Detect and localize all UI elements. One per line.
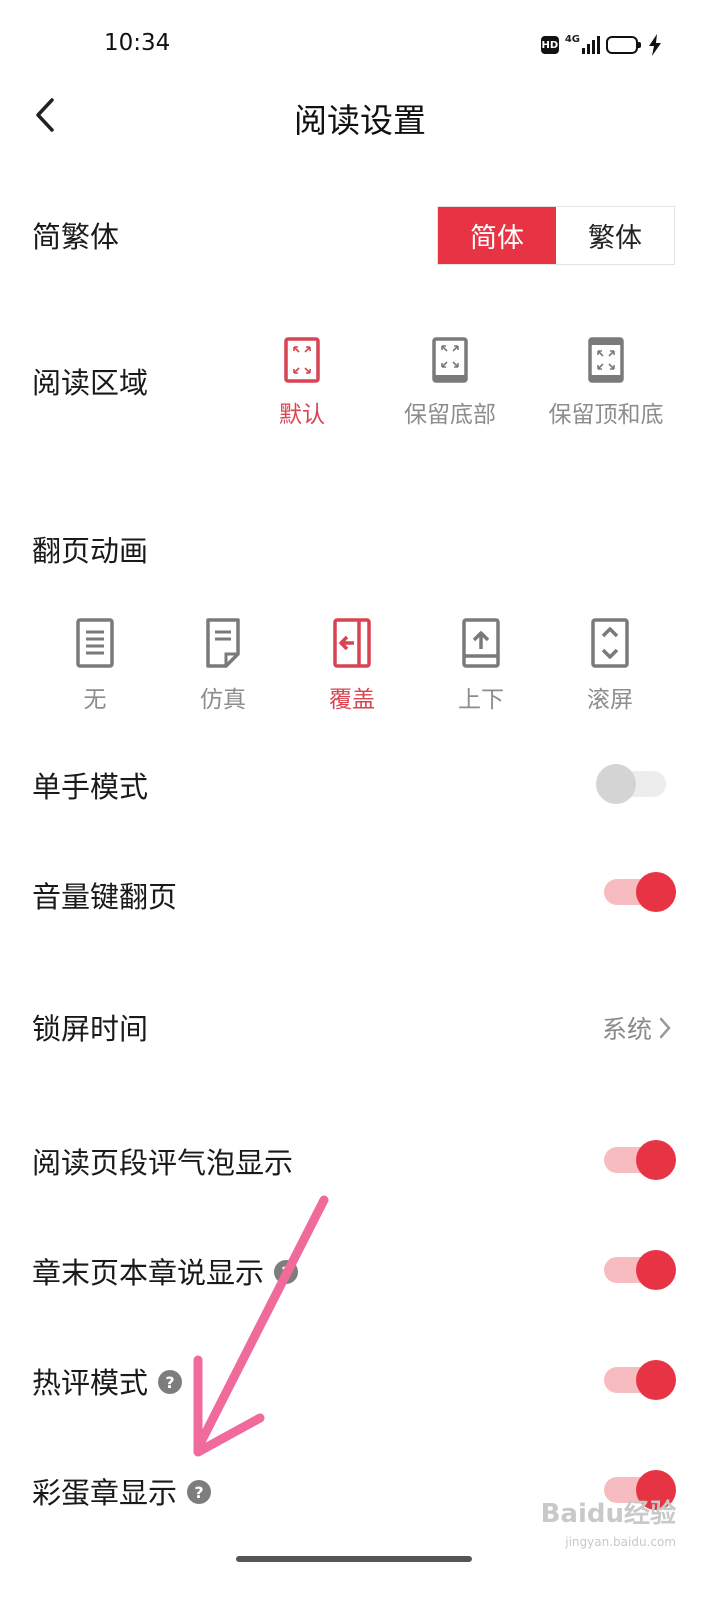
simplified-traditional-toggle: 简体 繁体 <box>437 206 675 265</box>
switch-knob <box>636 1250 676 1290</box>
volume-key-switch[interactable] <box>604 870 676 914</box>
page-title: 阅读设置 <box>294 101 426 140</box>
expand-keep-top-bottom-icon <box>588 337 624 383</box>
reading-area-keep-bottom-label: 保留底部 <box>404 402 496 428</box>
charging-icon <box>649 34 661 56</box>
reading-area-default-label: 默认 <box>279 402 325 428</box>
watermark-text: Baidu经验 <box>540 1499 676 1529</box>
annotation-arrow-icon <box>193 1195 329 1457</box>
easter-egg-chapter-label: 彩蛋章显示 <box>32 1476 178 1510</box>
help-icon[interactable]: ? <box>187 1480 212 1504</box>
hd-icon: HD <box>540 36 559 54</box>
help-icon[interactable]: ? <box>158 1370 183 1394</box>
reading-area-keep-top-bottom-label: 保留顶和底 <box>548 402 664 428</box>
one-hand-mode-switch[interactable] <box>596 762 670 806</box>
animation-scroll[interactable]: 滚屏 <box>570 618 650 714</box>
animation-vertical-label: 上下 <box>458 687 504 713</box>
reading-area-keep-bottom[interactable]: 保留底部 <box>390 337 510 429</box>
switch-knob <box>596 764 636 804</box>
option-traditional[interactable]: 繁体 <box>556 207 674 264</box>
page-up-down-icon <box>462 618 500 668</box>
switch-knob <box>636 1360 676 1400</box>
chapter-end-comment-switch[interactable] <box>604 1248 676 1292</box>
switch-knob <box>636 1140 676 1180</box>
page-animation-label: 翻页动画 <box>32 534 149 568</box>
expand-keep-bottom-icon <box>432 337 468 383</box>
easter-egg-chapter-row: 彩蛋章显示? <box>32 1470 212 1512</box>
animation-cover[interactable]: 覆盖 <box>312 618 392 714</box>
animation-none[interactable]: 无 <box>55 618 135 714</box>
watermark: Baidu经验 jingyan.baidu.com <box>541 1500 676 1556</box>
hot-comment-row: 热评模式? <box>32 1360 183 1402</box>
expand-default-icon <box>284 337 320 383</box>
lock-screen-value: 系统 <box>601 1015 652 1044</box>
animation-simulation-label: 仿真 <box>200 687 246 713</box>
switch-knob <box>636 872 676 912</box>
one-hand-mode-label: 单手模式 <box>32 770 149 804</box>
lock-screen-label: 锁屏时间 <box>32 1012 149 1046</box>
signal-icon <box>582 36 600 54</box>
home-indicator[interactable] <box>236 1556 472 1562</box>
reading-area-label: 阅读区域 <box>32 366 149 400</box>
simplified-traditional-label: 简繁体 <box>32 220 120 254</box>
page-curl-icon <box>206 618 240 668</box>
animation-none-label: 无 <box>83 687 107 713</box>
network-type: 4G <box>564 34 580 45</box>
battery-icon <box>606 36 641 54</box>
animation-scroll-label: 滚屏 <box>587 687 633 713</box>
animation-vertical[interactable]: 上下 <box>441 618 521 714</box>
animation-simulation[interactable]: 仿真 <box>183 618 263 714</box>
reading-area-keep-top-bottom[interactable]: 保留顶和底 <box>540 337 672 429</box>
volume-key-label: 音量键翻页 <box>32 880 178 914</box>
status-time: 10:34 <box>104 30 171 56</box>
hot-comment-label: 热评模式 <box>32 1366 149 1400</box>
lock-screen-value-button[interactable]: 系统 <box>602 1010 672 1046</box>
paragraph-comment-bubble-switch[interactable] <box>604 1138 676 1182</box>
reading-area-default[interactable]: 默认 <box>262 337 342 429</box>
animation-cover-label: 覆盖 <box>329 687 375 713</box>
status-icons: HD 4G <box>540 33 662 57</box>
watermark-sub: jingyan.baidu.com <box>565 1535 676 1549</box>
paragraph-comment-bubble-label: 阅读页段评气泡显示 <box>32 1146 294 1180</box>
page-scroll-icon <box>591 618 629 668</box>
chevron-right-icon <box>659 1017 671 1039</box>
option-simplified[interactable]: 简体 <box>438 207 556 264</box>
hot-comment-switch[interactable] <box>604 1358 676 1402</box>
page-cover-icon <box>333 618 371 668</box>
page-none-icon <box>76 618 114 668</box>
